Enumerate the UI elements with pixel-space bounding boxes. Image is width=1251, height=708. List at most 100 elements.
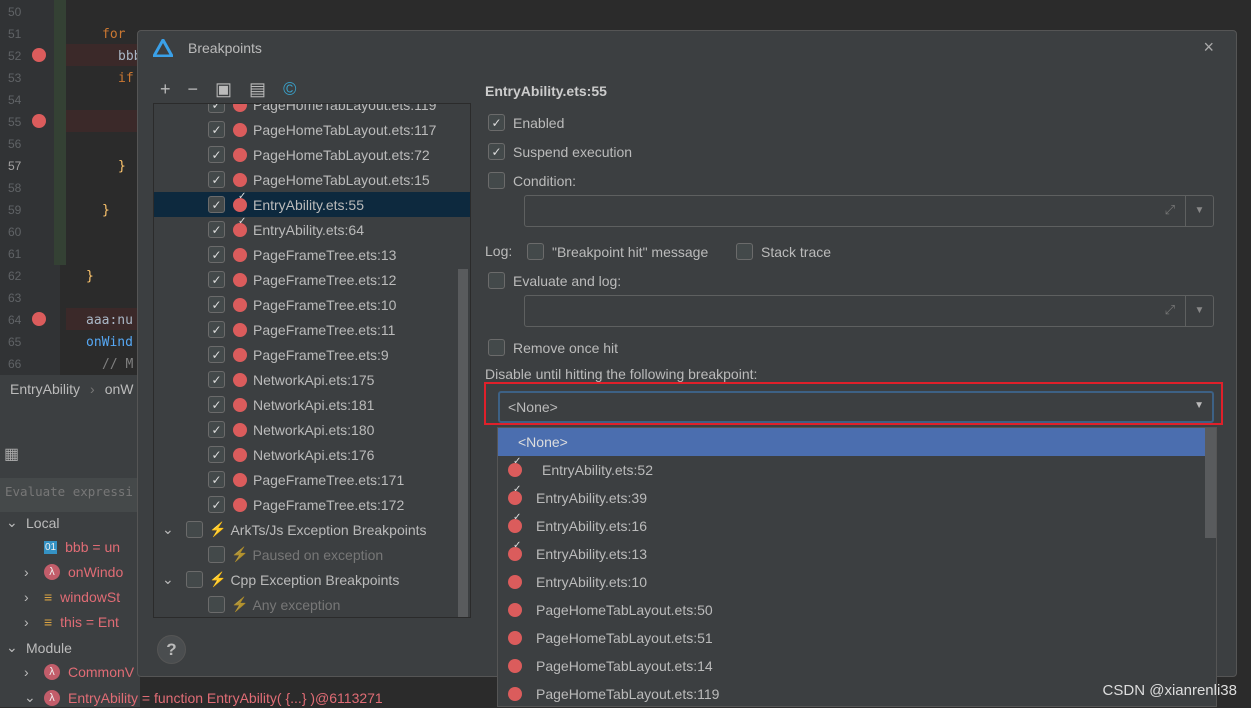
- tree-item[interactable]: ✓ PageHomeTabLayout.ets:15: [154, 167, 470, 192]
- checkbox[interactable]: ✓: [208, 246, 225, 263]
- variable-row[interactable]: ⌄ Module: [6, 639, 72, 656]
- chevron-right-icon[interactable]: ›: [24, 589, 36, 605]
- table-icon[interactable]: ▦: [4, 444, 19, 464]
- stack-trace-checkbox[interactable]: Stack trace: [736, 243, 831, 260]
- checkbox[interactable]: ✓: [208, 371, 225, 388]
- checkbox[interactable]: ✓: [208, 396, 225, 413]
- breakpoint-icon[interactable]: [32, 312, 46, 326]
- condition-checkbox[interactable]: Condition:: [488, 172, 576, 189]
- log-message-checkbox[interactable]: "Breakpoint hit" message: [527, 243, 708, 260]
- checkbox[interactable]: [208, 596, 225, 613]
- tree-item[interactable]: ⚡ Any exception: [154, 592, 470, 617]
- chevron-right-icon[interactable]: ›: [24, 564, 36, 580]
- breadcrumb-item[interactable]: EntryAbility: [10, 381, 80, 397]
- tree-item[interactable]: ✓ PageHomeTabLayout.ets:72: [154, 142, 470, 167]
- checkbox[interactable]: ✓: [208, 146, 225, 163]
- chevron-down-icon[interactable]: ⌄: [162, 521, 176, 538]
- checkbox[interactable]: [186, 571, 203, 588]
- disable-until-select[interactable]: <None> ▼: [498, 391, 1214, 423]
- checkbox[interactable]: ✓: [208, 496, 225, 513]
- variable-row[interactable]: › λ onWindo: [24, 564, 123, 580]
- checkbox[interactable]: ✓: [208, 421, 225, 438]
- dropdown-option[interactable]: EntryAbility.ets:52: [498, 456, 1206, 484]
- variable-row[interactable]: ⌄ Local: [6, 514, 59, 531]
- tree-item[interactable]: ✓ NetworkApi.ets:176: [154, 442, 470, 467]
- checkbox[interactable]: [186, 521, 203, 538]
- chevron-down-icon[interactable]: ⌄: [6, 639, 18, 656]
- scrollbar[interactable]: [458, 269, 468, 617]
- suspend-checkbox[interactable]: ✓ Suspend execution: [488, 143, 632, 160]
- checkbox[interactable]: ✓: [208, 346, 225, 363]
- checkbox[interactable]: ✓: [208, 221, 225, 238]
- tree-item[interactable]: ✓ PageFrameTree.ets:9: [154, 342, 470, 367]
- dropdown-option[interactable]: EntryAbility.ets:13: [498, 540, 1206, 568]
- condition-input[interactable]: ⤢ ▼: [524, 195, 1214, 227]
- evaluate-expression-input[interactable]: Evaluate expressi: [0, 478, 140, 512]
- tree-item[interactable]: ✓ NetworkApi.ets:175: [154, 367, 470, 392]
- dropdown-option[interactable]: <None>: [498, 428, 1206, 456]
- close-button[interactable]: ×: [1203, 37, 1214, 58]
- checkbox[interactable]: ✓: [208, 296, 225, 313]
- variable-row[interactable]: 01 bbb = un: [24, 539, 120, 555]
- dropdown-option[interactable]: EntryAbility.ets:39: [498, 484, 1206, 512]
- chevron-down-icon[interactable]: ⌄: [162, 571, 176, 588]
- chevron-right-icon[interactable]: ›: [24, 614, 36, 630]
- scrollbar[interactable]: [1205, 428, 1216, 538]
- tree-item[interactable]: ✓ EntryAbility.ets:64: [154, 216, 470, 242]
- add-icon[interactable]: +: [160, 79, 171, 100]
- enabled-checkbox[interactable]: ✓ Enabled: [488, 114, 564, 131]
- group-by-class-icon[interactable]: ©: [283, 79, 296, 100]
- variable-row[interactable]: › ≡ this = Ent: [24, 614, 119, 630]
- tree-item[interactable]: ✓ PageFrameTree.ets:172: [154, 492, 470, 517]
- tree-item[interactable]: ✓ PageHomeTabLayout.ets:117: [154, 117, 470, 142]
- checkbox[interactable]: ✓: [208, 196, 225, 213]
- chevron-down-icon[interactable]: ⌄: [6, 514, 18, 531]
- tree-item[interactable]: ✓ NetworkApi.ets:181: [154, 392, 470, 417]
- tree-item[interactable]: ✓ NetworkApi.ets:180: [154, 417, 470, 442]
- checkbox[interactable]: ✓: [208, 121, 225, 138]
- checkbox[interactable]: ✓: [208, 271, 225, 288]
- breakpoint-icon[interactable]: [32, 114, 46, 128]
- checkbox[interactable]: ✓: [208, 471, 225, 488]
- tree-item[interactable]: ✓ PageFrameTree.ets:11: [154, 317, 470, 342]
- checkbox[interactable]: ✓: [208, 171, 225, 188]
- breakpoint-icon[interactable]: [32, 48, 46, 62]
- line-number: 62: [8, 269, 22, 283]
- tree-item[interactable]: ✓ PageFrameTree.ets:10: [154, 292, 470, 317]
- tree-item[interactable]: ✓ EntryAbility.ets:55: [154, 191, 470, 217]
- code-line: }: [86, 269, 94, 284]
- option-label: EntryAbility.ets:16: [536, 518, 648, 534]
- group-by-package-icon[interactable]: ▣: [215, 79, 232, 100]
- evaluate-log-checkbox[interactable]: Evaluate and log:: [488, 272, 621, 289]
- chevron-right-icon[interactable]: ›: [24, 664, 36, 680]
- debugger-panel: ▦ Evaluate expressi ⌄ Local 01 bbb = un › λ on…: [0, 402, 383, 707]
- variable-row[interactable]: › ≡ windowSt: [24, 589, 120, 605]
- evaluate-log-input[interactable]: ⤢ ▼: [524, 295, 1214, 327]
- group-by-file-icon[interactable]: ▤: [249, 79, 266, 100]
- tree-item[interactable]: ✓ PageFrameTree.ets:13: [154, 242, 470, 267]
- dropdown-option[interactable]: EntryAbility.ets:16: [498, 512, 1206, 540]
- checkbox[interactable]: ✓: [208, 104, 225, 113]
- breakpoint-icon: [508, 512, 522, 533]
- variable-row[interactable]: › λ CommonV: [24, 664, 134, 680]
- help-button[interactable]: ?: [157, 635, 186, 664]
- dropdown-option[interactable]: PageHomeTabLayout.ets:14: [498, 652, 1206, 680]
- dropdown-option[interactable]: PageHomeTabLayout.ets:51: [498, 624, 1206, 652]
- tree-item[interactable]: ⚡ Paused on exception: [154, 542, 470, 567]
- tree-item[interactable]: ✓ PageFrameTree.ets:12: [154, 267, 470, 292]
- dropdown-option[interactable]: EntryAbility.ets:10: [498, 568, 1206, 596]
- tree-group[interactable]: ⌄ ⚡ ArkTs/Js Exception Breakpoints: [154, 517, 470, 542]
- remove-icon[interactable]: −: [188, 79, 199, 100]
- tree-item[interactable]: ✓ PageHomeTabLayout.ets:119: [154, 104, 470, 117]
- dropdown-option[interactable]: PageHomeTabLayout.ets:119: [498, 680, 1206, 708]
- checkbox[interactable]: ✓: [208, 446, 225, 463]
- dropdown-option[interactable]: PageHomeTabLayout.ets:50: [498, 596, 1206, 624]
- variable-row[interactable]: ⌄ λ EntryAbility = function EntryAbility( …: [24, 689, 383, 706]
- breadcrumb-item[interactable]: onW: [105, 381, 134, 397]
- remove-once-hit-checkbox[interactable]: Remove once hit: [488, 339, 618, 356]
- checkbox[interactable]: ✓: [208, 321, 225, 338]
- tree-item[interactable]: ✓ PageFrameTree.ets:171: [154, 467, 470, 492]
- chevron-down-icon[interactable]: ⌄: [24, 689, 36, 706]
- checkbox[interactable]: [208, 546, 225, 563]
- tree-group[interactable]: ⌄ ⚡ Cpp Exception Breakpoints: [154, 567, 470, 592]
